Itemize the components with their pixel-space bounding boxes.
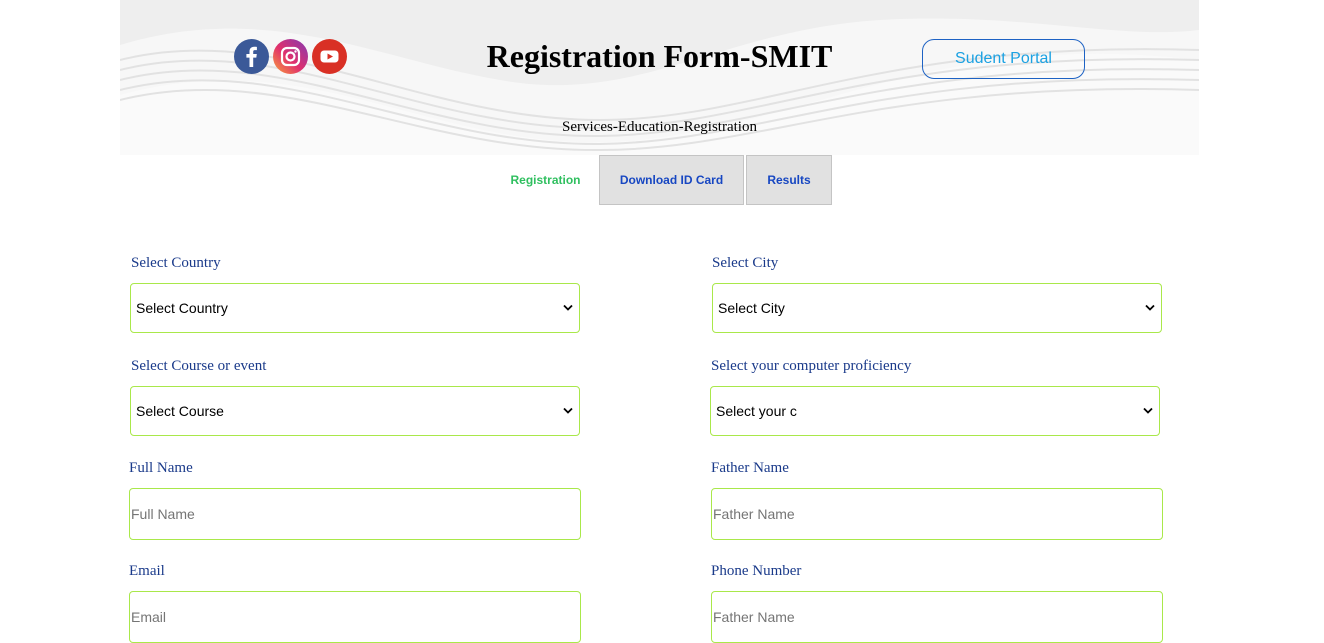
email-placeholder: Email <box>131 609 167 625</box>
course-select[interactable]: Select Course <box>130 386 580 436</box>
phone-placeholder: Father Name <box>713 609 795 625</box>
city-select[interactable]: Select City <box>712 283 1162 333</box>
phone-input[interactable]: Father Name <box>711 591 1163 643</box>
page-subtitle: Services-Education-Registration <box>562 119 757 135</box>
page-header: Registration Form-SMIT Sudent Portal Ser… <box>120 0 1199 155</box>
tab-download-id-card[interactable]: Download ID Card <box>599 155 744 205</box>
course-label: Select Course or event <box>131 358 267 374</box>
father-name-label: Father Name <box>711 460 789 476</box>
proficiency-select[interactable]: Select your c <box>710 386 1160 436</box>
chevron-down-icon <box>1145 304 1155 311</box>
tab-bar: Registration Download ID Card Results <box>492 155 832 205</box>
chevron-down-icon <box>563 407 573 414</box>
country-select[interactable]: Select Country <box>130 283 580 333</box>
chevron-down-icon <box>563 304 573 311</box>
phone-label: Phone Number <box>711 563 802 579</box>
full-name-input[interactable]: Full Name <box>129 488 581 540</box>
proficiency-select-value: Select your c <box>716 403 797 419</box>
tab-registration[interactable]: Registration <box>492 155 599 205</box>
country-select-value: Select Country <box>136 300 228 316</box>
course-select-value: Select Course <box>136 403 224 419</box>
email-input[interactable]: Email <box>129 591 581 643</box>
chevron-down-icon <box>1143 407 1153 414</box>
proficiency-label: Select your computer proficiency <box>711 358 912 374</box>
city-label: Select City <box>712 255 779 271</box>
country-label: Select Country <box>131 255 221 271</box>
tab-results[interactable]: Results <box>746 155 832 205</box>
father-name-input[interactable]: Father Name <box>711 488 1163 540</box>
full-name-label: Full Name <box>129 460 193 476</box>
student-portal-button[interactable]: Sudent Portal <box>922 39 1085 79</box>
city-select-value: Select City <box>718 300 785 316</box>
father-name-placeholder: Father Name <box>713 506 795 522</box>
full-name-placeholder: Full Name <box>131 506 195 522</box>
email-label: Email <box>129 563 165 579</box>
